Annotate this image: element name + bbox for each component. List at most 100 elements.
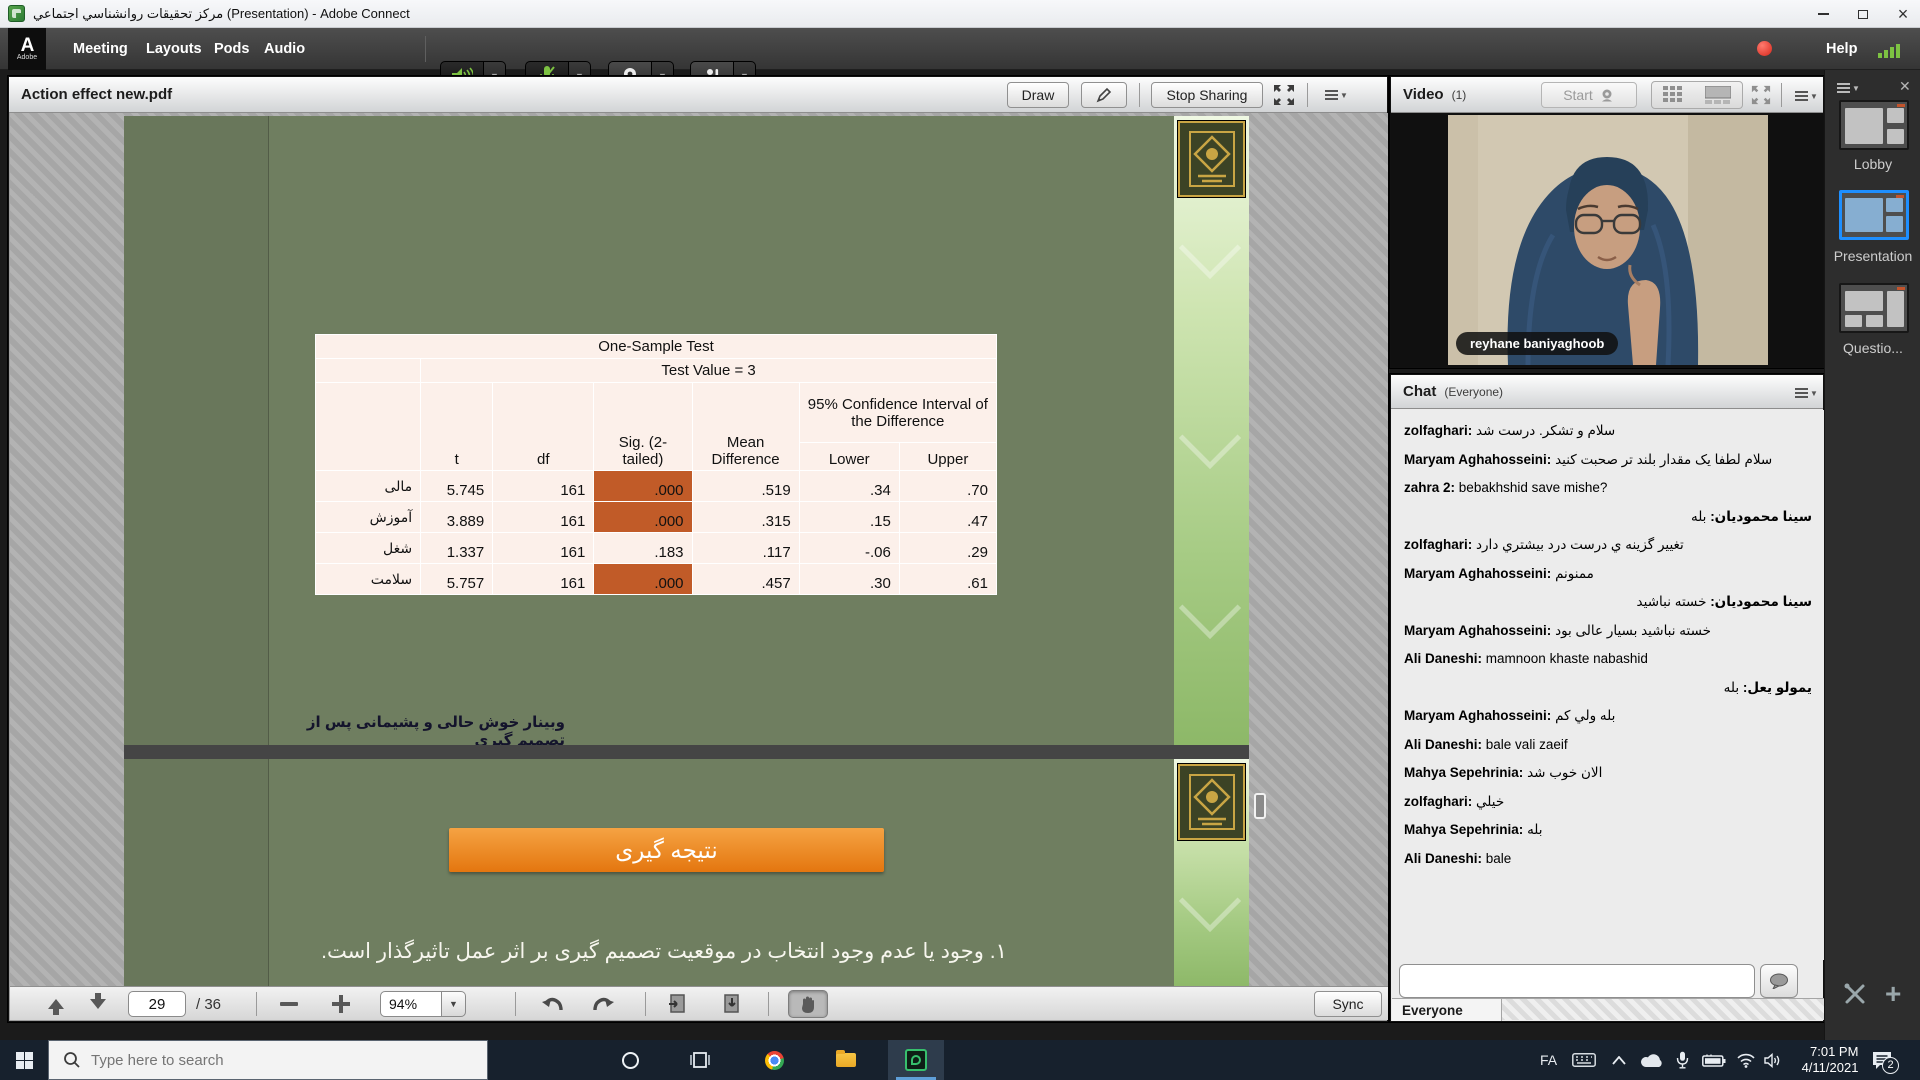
layout-label-questions[interactable]: Questio... [1825,340,1920,356]
tray-volume-icon[interactable] [1764,1040,1782,1080]
menu-help[interactable]: Help [1820,28,1863,70]
slide-scrollbar-thumb[interactable] [1254,793,1266,819]
video-pod: Video (1) Start ▼ [1390,76,1824,368]
keyboard-icon[interactable] [1572,1040,1596,1080]
zoom-out-button[interactable] [280,987,298,1021]
chat-input-row [1392,960,1824,1001]
table-row: شغل1.337161.183.117-.06.29 [316,533,997,564]
file-explorer-icon[interactable] [822,1040,870,1080]
chat-message-list[interactable]: zolfaghari: سلام و تشكر. درست شد Maryam … [1392,410,1824,960]
adobe-connect-icon [905,1049,927,1071]
hand-tool-button[interactable] [788,987,828,1021]
video-pod-title: Video [1403,86,1444,103]
chrome-icon[interactable] [750,1040,798,1080]
video-fullscreen-icon[interactable] [1751,85,1771,105]
chat-message: سينا محموديان: خسته نباشيد [1404,593,1812,611]
connection-status-icon[interactable] [1878,42,1900,58]
speech-bubble-icon [1769,973,1789,989]
battery-icon[interactable] [1702,1040,1726,1080]
menu-pods[interactable]: Pods [208,28,255,70]
slide-right-strip [1174,116,1249,745]
fullscreen-icon[interactable] [1273,84,1295,106]
onedrive-icon[interactable] [1640,1040,1664,1080]
slide-footnote: وبینار خوش حالی و پشیمانی پس از تصمیم گی… [265,713,565,745]
share-pod-title: Action effect new.pdf [21,86,172,103]
close-button[interactable]: × [1894,5,1912,23]
participant-name-tag: reyhane baniyaghoob [1456,332,1618,355]
minimize-button[interactable] [1814,5,1832,23]
chat-pod-menu-icon[interactable]: ▼ [1795,385,1815,401]
tray-mic-icon[interactable] [1676,1040,1689,1080]
grid-view-icon [1663,86,1683,104]
task-view-icon[interactable] [676,1040,724,1080]
pod-options-icon[interactable] [1843,982,1867,1006]
layout-sidebar: ▼ ✕ Lobby Presentation Questio... [1824,70,1920,1040]
menu-audio[interactable]: Audio [258,28,311,70]
chat-message: Mahya Sepehrinia: بله [1404,821,1812,839]
chat-input[interactable] [1399,964,1755,998]
window-title: مركز تحقيقات روانشناسي اجتماعي (Presenta… [33,6,410,22]
one-sample-test-table: One-Sample Test Test Value = 3 t df Sig.… [315,334,997,595]
wifi-icon[interactable] [1736,1040,1756,1080]
start-button[interactable] [0,1040,48,1080]
language-indicator[interactable]: FA [1540,1040,1557,1080]
layout-thumb-questions[interactable] [1839,283,1909,333]
chat-message: zolfaghari: تغيير گزينه ي درست درد بيشتر… [1404,536,1812,554]
search-input[interactable] [91,1052,451,1069]
chat-message: Ali Daneshi: mamnoon khaste nabashid [1404,650,1812,668]
menu-layouts[interactable]: Layouts [140,28,208,70]
cortana-icon[interactable] [606,1040,654,1080]
chat-pod: Chat (Everyone) ▼ zolfaghari: سلام و تشك… [1390,374,1824,1022]
taskbar-search[interactable] [48,1040,488,1080]
share-content: One-Sample Test Test Value = 3 t df Sig.… [10,113,1388,988]
layout-label-presentation[interactable]: Presentation [1825,248,1920,264]
add-pod-icon[interactable]: + [1885,978,1901,1010]
chat-message: zolfaghari: خيلي [1404,793,1812,811]
chat-message: zolfaghari: سلام و تشكر. درست شد [1404,422,1812,440]
layout-label-lobby[interactable]: Lobby [1825,156,1920,172]
layout-thumb-presentation[interactable] [1839,190,1909,240]
stop-sharing-button[interactable]: Stop Sharing [1151,82,1263,108]
chat-message: Maryam Aghahosseini: بله ولي كم [1404,707,1812,725]
taskbar-clock[interactable]: 7:01 PM4/11/2021 [1796,1040,1864,1080]
fit-width-icon[interactable] [668,987,688,1021]
chat-message: سينا محموديان: بله [1404,508,1812,526]
video-pod-menu-icon[interactable]: ▼ [1795,88,1815,104]
tab-everyone[interactable]: Everyone [1392,999,1502,1021]
redo-icon[interactable] [592,987,616,1021]
undo-icon[interactable] [540,987,564,1021]
slide-next: نتیجه گیری ۱. وجود یا عدم وجود انتخاب در… [124,759,1249,988]
slide-left-column [124,116,269,745]
video-view-toggle[interactable] [1651,81,1743,109]
fit-page-icon[interactable] [722,987,742,1021]
app-icon [8,5,25,22]
sidebar-menu-icon[interactable]: ▼ [1837,80,1857,96]
send-chat-button[interactable] [1760,964,1798,998]
adobe-connect-window: مركز تحقيقات روانشناسي اجتماعي (Presenta… [0,0,1920,1080]
page-number-input[interactable] [128,991,186,1017]
chat-message: Mahya Sepehrinia: الان خوب شد [1404,764,1812,782]
chat-message: Ali Daneshi: bale vali zaeif [1404,736,1812,754]
notification-badge: 2 [1882,1057,1899,1074]
menu-meeting[interactable]: Meeting [67,28,134,70]
adobe-connect-taskbar-item[interactable] [888,1040,944,1080]
zoom-in-button[interactable] [332,987,350,1021]
adobe-logo-icon: AAdobe [8,28,46,70]
table-subtitle: Test Value = 3 [421,359,997,383]
maximize-button[interactable] [1854,5,1872,23]
start-webcam-button[interactable]: Start [1541,82,1637,108]
recording-indicator-icon [1757,41,1772,56]
action-center-icon[interactable]: 2 [1872,1040,1892,1080]
table-row: مالی5.745161.000.519.34.70 [316,471,997,502]
next-page-button[interactable] [90,987,106,1021]
pen-tool-button[interactable] [1081,82,1127,108]
chat-message: Ali Daneshi: bale [1404,850,1812,868]
layout-thumb-lobby[interactable] [1839,100,1909,150]
previous-page-button[interactable] [48,987,64,1021]
share-pod-menu-icon[interactable]: ▼ [1325,87,1345,103]
sidebar-close-icon[interactable]: ✕ [1899,78,1911,95]
zoom-level-select[interactable]: 94%▼ [380,987,466,1021]
draw-button[interactable]: Draw [1007,82,1069,108]
tray-expand-icon[interactable] [1612,1040,1626,1080]
sync-button[interactable]: Sync [1314,991,1382,1017]
